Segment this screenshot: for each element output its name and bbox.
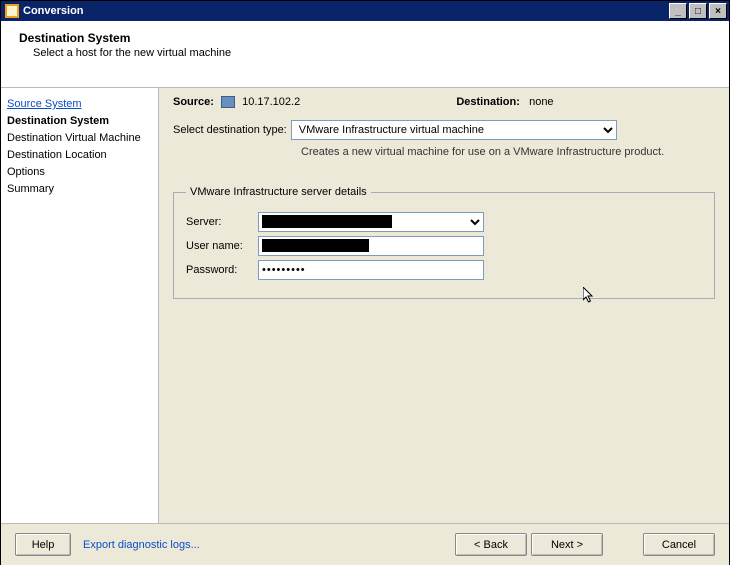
- source-label: Source:: [173, 96, 214, 108]
- export-logs-link[interactable]: Export diagnostic logs...: [83, 539, 200, 551]
- titlebar: Conversion _ □ ×: [1, 1, 729, 21]
- host-icon: [221, 96, 235, 108]
- dest-type-hint: Creates a new virtual machine for use on…: [301, 146, 715, 158]
- window-title: Conversion: [23, 5, 669, 17]
- step-destination-system: Destination System: [7, 113, 152, 130]
- help-button[interactable]: Help: [15, 533, 71, 556]
- redacted-server: [262, 215, 392, 228]
- username-label: User name:: [186, 240, 258, 252]
- wizard-header: Destination System Select a host for the…: [1, 21, 729, 88]
- next-button[interactable]: Next >: [531, 533, 603, 556]
- maximize-button[interactable]: □: [689, 3, 707, 19]
- server-label: Server:: [186, 216, 258, 228]
- cancel-button[interactable]: Cancel: [643, 533, 715, 556]
- app-icon: [5, 4, 19, 18]
- back-button[interactable]: < Back: [455, 533, 527, 556]
- redacted-username: [262, 239, 369, 252]
- step-summary: Summary: [7, 181, 152, 198]
- step-destination-vm: Destination Virtual Machine: [7, 130, 152, 147]
- dest-type-select[interactable]: VMware Infrastructure virtual machine: [291, 120, 617, 140]
- dest-type-label: Select destination type:: [173, 124, 287, 136]
- minimize-button[interactable]: _: [669, 3, 687, 19]
- destination-value: none: [529, 96, 553, 108]
- step-options: Options: [7, 164, 152, 181]
- close-button[interactable]: ×: [709, 3, 727, 19]
- wizard-steps-sidebar: Source System Destination System Destina…: [1, 88, 159, 523]
- source-value: 10.17.102.2: [242, 96, 300, 108]
- destination-label: Destination:: [456, 96, 520, 108]
- step-source-system[interactable]: Source System: [7, 96, 152, 113]
- step-destination-location: Destination Location: [7, 147, 152, 164]
- page-title: Destination System: [19, 31, 711, 45]
- server-details-legend: VMware Infrastructure server details: [186, 186, 371, 198]
- server-details-group: VMware Infrastructure server details Ser…: [173, 186, 715, 299]
- wizard-footer: Help Export diagnostic logs... < Back Ne…: [1, 523, 729, 565]
- page-subtitle: Select a host for the new virtual machin…: [33, 47, 711, 59]
- password-label: Password:: [186, 264, 258, 276]
- wizard-main: Source: 10.17.102.2 Destination: none Se…: [159, 88, 729, 523]
- password-input[interactable]: [258, 260, 484, 280]
